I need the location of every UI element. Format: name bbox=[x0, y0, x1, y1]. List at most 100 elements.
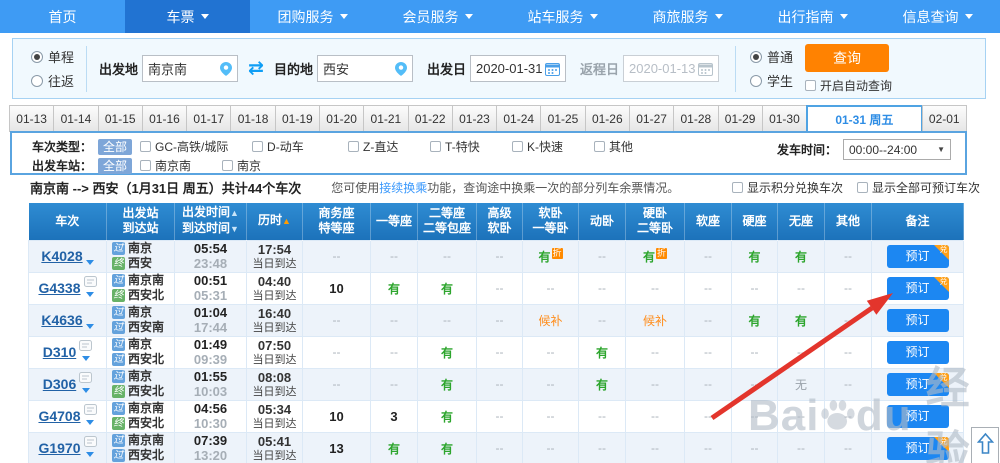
filter-train-type-1[interactable]: D-动车 bbox=[252, 138, 348, 155]
checkbox-icon[interactable] bbox=[140, 160, 152, 171]
train-number-link[interactable]: K4636 bbox=[41, 312, 82, 328]
to-station-input[interactable]: 西安 bbox=[316, 55, 413, 82]
date-tab-01-16[interactable]: 01-16 bbox=[141, 105, 188, 132]
depart-date-input[interactable]: 2020-01-31 bbox=[469, 55, 566, 82]
remark-cell: 预订兑 bbox=[871, 431, 964, 463]
expand-caret-icon[interactable] bbox=[81, 356, 90, 365]
expand-caret-icon[interactable] bbox=[86, 452, 95, 461]
expand-caret-icon[interactable] bbox=[85, 324, 94, 333]
swap-stations-icon[interactable]: ⇄ bbox=[248, 57, 264, 80]
nav-item-3[interactable]: 会员服务 bbox=[375, 0, 500, 33]
reserve-button[interactable]: 预订 bbox=[886, 404, 949, 428]
from-station-input[interactable]: 南京南 bbox=[142, 55, 239, 82]
radio-icon[interactable] bbox=[750, 74, 762, 87]
location-pin-icon[interactable] bbox=[220, 61, 233, 76]
filter-train-type-2[interactable]: Z-直达 bbox=[348, 138, 430, 155]
radio-option[interactable]: 普通 bbox=[750, 47, 793, 66]
sort-arrow-icon[interactable]: ▼ bbox=[230, 224, 239, 234]
nav-item-1[interactable]: 车票 bbox=[125, 0, 250, 33]
train-number-link[interactable]: D310 bbox=[43, 344, 76, 360]
date-tab-01-26[interactable]: 01-26 bbox=[584, 105, 630, 132]
date-tab-01-19[interactable]: 01-19 bbox=[274, 105, 320, 132]
date-tab-01-31-周五[interactable]: 01-31 周五 bbox=[806, 105, 923, 132]
transfer-link[interactable]: 接续换乘 bbox=[379, 181, 427, 195]
filter-station-1[interactable]: 南京 bbox=[222, 157, 304, 174]
col-header-2[interactable]: 出发时间▲ 到达时间▼ bbox=[174, 203, 247, 240]
date-tab-01-27[interactable]: 01-27 bbox=[628, 105, 675, 132]
checkbox-icon[interactable] bbox=[594, 141, 606, 152]
date-tab-01-22[interactable]: 01-22 bbox=[407, 105, 453, 132]
date-tab-01-18[interactable]: 01-18 bbox=[230, 105, 276, 132]
reserve-button[interactable]: 预订 bbox=[886, 308, 949, 332]
checkbox-icon[interactable] bbox=[430, 141, 442, 152]
checkbox-icon[interactable] bbox=[512, 141, 524, 152]
date-tab-01-20[interactable]: 01-20 bbox=[318, 105, 365, 132]
train-type-all-chip[interactable]: 全部 bbox=[98, 138, 133, 155]
expand-caret-icon[interactable] bbox=[86, 292, 95, 301]
radio-icon[interactable] bbox=[31, 50, 43, 63]
filter-train-type-3[interactable]: T-特快 bbox=[430, 138, 512, 155]
checkbox-icon[interactable] bbox=[222, 160, 234, 171]
checkbox-icon[interactable] bbox=[252, 141, 264, 152]
radio-label: 往返 bbox=[48, 74, 75, 89]
date-tab-01-17[interactable]: 01-17 bbox=[186, 105, 232, 132]
radio-option[interactable]: 单程 bbox=[31, 47, 74, 66]
expand-caret-icon[interactable] bbox=[85, 260, 94, 269]
return-date-input[interactable]: 2020-01-13 bbox=[623, 55, 719, 82]
date-tab-01-24[interactable]: 01-24 bbox=[496, 105, 542, 132]
reserve-button[interactable]: 预订 bbox=[886, 340, 949, 364]
train-number-link[interactable]: G1970 bbox=[38, 440, 80, 456]
date-tab-01-29[interactable]: 01-29 bbox=[717, 105, 763, 132]
auto-query-toggle[interactable]: 开启自动查询 bbox=[805, 77, 892, 94]
checkbox-icon[interactable] bbox=[140, 141, 152, 152]
train-number-link[interactable]: G4338 bbox=[38, 280, 80, 296]
date-tab-01-21[interactable]: 01-21 bbox=[363, 105, 409, 132]
location-pin-icon[interactable] bbox=[394, 61, 407, 76]
nav-item-0[interactable]: 首页 bbox=[0, 0, 125, 33]
query-button[interactable]: 查询 bbox=[805, 43, 890, 72]
date-tab-01-23[interactable]: 01-23 bbox=[451, 105, 498, 132]
filter-train-type-0[interactable]: GC-高铁/城际 bbox=[140, 138, 252, 155]
reserve-button[interactable]: 预订兑 bbox=[886, 244, 949, 268]
expand-caret-icon[interactable] bbox=[86, 420, 95, 429]
date-tab-02-01[interactable]: 02-01 bbox=[921, 105, 967, 132]
sort-arrow-icon[interactable]: ▲ bbox=[282, 216, 291, 226]
sort-arrow-icon[interactable]: ▲ bbox=[230, 208, 239, 218]
date-tab-01-28[interactable]: 01-28 bbox=[673, 105, 719, 132]
radio-option[interactable]: 学生 bbox=[750, 71, 793, 90]
filter-train-type-5[interactable]: 其他 bbox=[594, 138, 654, 155]
nav-item-7[interactable]: 信息查询 bbox=[875, 0, 1000, 33]
date-tab-01-15[interactable]: 01-15 bbox=[97, 105, 143, 132]
summary-toggle-1[interactable]: 显示全部可预订车次 bbox=[856, 179, 980, 196]
seat-cell-0: -- bbox=[302, 367, 371, 401]
nav-item-6[interactable]: 出行指南 bbox=[750, 0, 875, 33]
checkbox-icon[interactable] bbox=[731, 182, 743, 193]
calendar-icon[interactable] bbox=[544, 62, 560, 76]
radio-icon[interactable] bbox=[750, 50, 762, 63]
summary-toggle-0[interactable]: 显示积分兑换车次 bbox=[731, 179, 843, 196]
checkbox-icon[interactable] bbox=[805, 79, 817, 91]
reserve-button[interactable]: 预订兑 bbox=[886, 436, 949, 460]
depart-station-all-chip[interactable]: 全部 bbox=[98, 157, 133, 174]
train-number-link[interactable]: K4028 bbox=[41, 248, 82, 264]
date-tab-01-14[interactable]: 01-14 bbox=[53, 105, 99, 132]
date-tab-01-25[interactable]: 01-25 bbox=[540, 105, 586, 132]
expand-caret-icon[interactable] bbox=[81, 388, 90, 397]
radio-icon[interactable] bbox=[31, 74, 43, 87]
back-to-top-button[interactable] bbox=[971, 427, 999, 463]
nav-item-2[interactable]: 团购服务 bbox=[250, 0, 375, 33]
nav-item-4[interactable]: 站车服务 bbox=[500, 0, 625, 33]
train-number-link[interactable]: G4708 bbox=[38, 408, 80, 424]
reserve-button[interactable]: 预订兑 bbox=[886, 372, 949, 396]
radio-option[interactable]: 往返 bbox=[31, 71, 74, 90]
train-number-link[interactable]: D306 bbox=[43, 376, 76, 392]
checkbox-icon[interactable] bbox=[856, 182, 868, 193]
date-tab-01-13[interactable]: 01-13 bbox=[9, 105, 55, 132]
nav-item-5[interactable]: 商旅服务 bbox=[625, 0, 750, 33]
reserve-button[interactable]: 预订兑 bbox=[886, 276, 949, 300]
col-header-3[interactable]: 历时▲ bbox=[246, 203, 303, 240]
filter-train-type-4[interactable]: K-快速 bbox=[512, 138, 594, 155]
checkbox-icon[interactable] bbox=[348, 141, 360, 152]
filter-station-0[interactable]: 南京南 bbox=[140, 157, 222, 174]
date-tab-01-30[interactable]: 01-30 bbox=[761, 105, 808, 132]
